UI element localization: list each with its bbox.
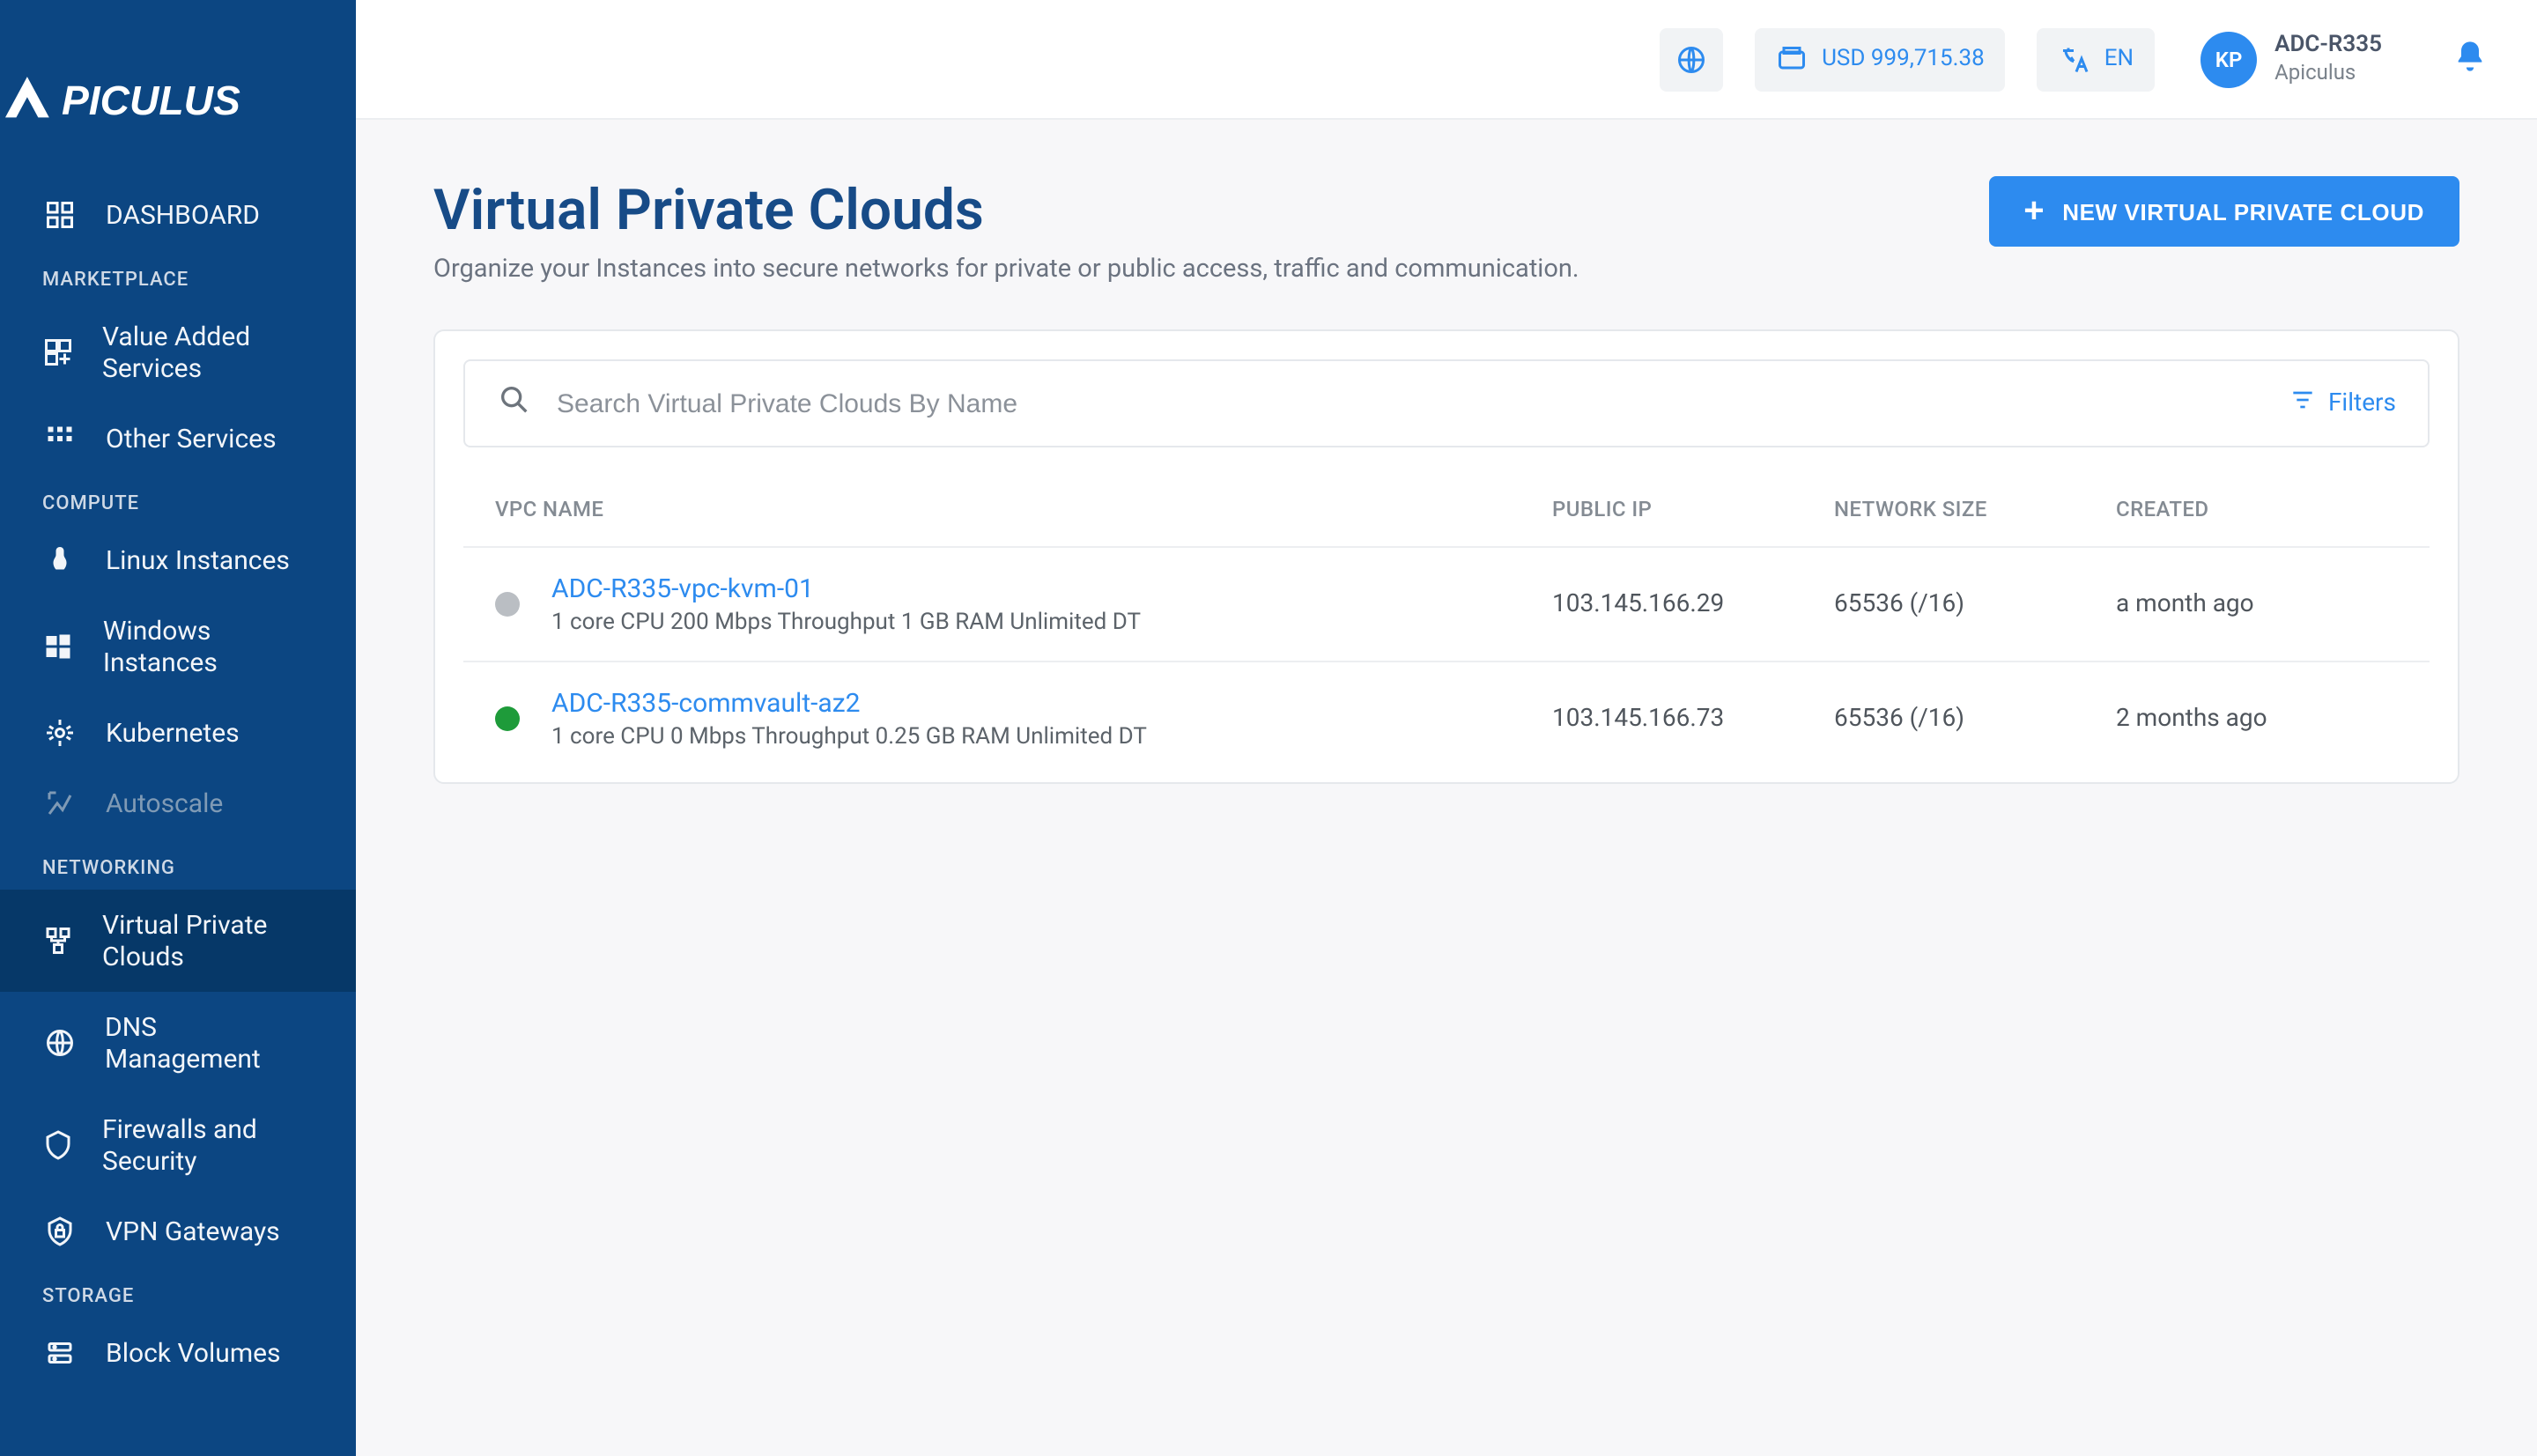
balance-text: USD 999,715.38 xyxy=(1822,46,1985,72)
linux-icon xyxy=(42,544,78,576)
vpc-created: 2 months ago xyxy=(2116,705,2398,733)
vpc-spec: 1 core CPU 200 Mbps Throughput 1 GB RAM … xyxy=(551,610,1141,636)
sidebar-item-autoscale: Autoscale xyxy=(0,768,356,839)
avatar: KP xyxy=(2200,31,2257,87)
status-dot xyxy=(495,706,520,731)
vpc-size: 65536 (/16) xyxy=(1834,705,2116,733)
results-panel: Filters VPC NAME PUBLIC IP NETWORK SIZE … xyxy=(433,329,2459,784)
vpc-size: 65536 (/16) xyxy=(1834,590,2116,618)
windows-icon xyxy=(42,631,75,662)
sidebar-section-label: COMPUTE xyxy=(0,474,356,525)
table-header: VPC NAME PUBLIC IP NETWORK SIZE CREATED xyxy=(463,472,2430,548)
sidebar-item-block-volumes[interactable]: Block Volumes xyxy=(0,1318,356,1388)
table-row[interactable]: ADC-R335-vpc-kvm-01 1 core CPU 200 Mbps … xyxy=(463,548,2430,662)
firewall-icon xyxy=(42,1129,74,1161)
sidebar-item-linux-instances[interactable]: Linux Instances xyxy=(0,525,356,595)
globe-icon xyxy=(1675,43,1707,75)
sidebar-item-dashboard[interactable]: DASHBOARD xyxy=(0,180,356,250)
sidebar-item-label: Virtual Private Clouds xyxy=(102,909,314,972)
grid-icon xyxy=(42,423,78,455)
sidebar-item-label: DNS Management xyxy=(105,1011,314,1075)
col-created: CREATED xyxy=(2116,497,2398,521)
page-subtitle: Organize your Instances into secure netw… xyxy=(433,254,1579,284)
block-volumes-icon xyxy=(42,1337,78,1369)
sidebar-section-label: NETWORKING xyxy=(0,839,356,890)
plus-box-icon xyxy=(42,336,74,368)
main: USD 999,715.38 EN KP ADC-R335 Apiculus V… xyxy=(356,0,2537,1456)
sidebar-item-dns-management[interactable]: DNS Management xyxy=(0,992,356,1094)
vpc-created: a month ago xyxy=(2116,590,2398,618)
vpc-ip: 103.145.166.73 xyxy=(1552,705,1834,733)
col-ip: PUBLIC IP xyxy=(1552,497,1834,521)
sidebar-item-kubernetes[interactable]: Kubernetes xyxy=(0,698,356,768)
sidebar-item-windows-instances[interactable]: Windows Instances xyxy=(0,595,356,698)
page-title: Virtual Private Clouds xyxy=(433,176,1579,243)
sidebar-item-label: Kubernetes xyxy=(106,717,240,749)
dns-icon xyxy=(42,1027,77,1059)
vpc-table: VPC NAME PUBLIC IP NETWORK SIZE CREATED … xyxy=(463,472,2430,775)
sidebar-item-label: VPN Gateways xyxy=(106,1216,280,1247)
vpn-icon xyxy=(42,1216,78,1247)
account-button[interactable]: KP ADC-R335 Apiculus xyxy=(2200,31,2382,87)
svg-text:PICULUS: PICULUS xyxy=(62,78,240,123)
sidebar-item-firewalls-and-security[interactable]: Firewalls and Security xyxy=(0,1094,356,1196)
status-dot xyxy=(495,592,520,617)
autoscale-icon xyxy=(42,787,78,819)
kubernetes-icon xyxy=(42,717,78,749)
plus-icon: + xyxy=(2023,194,2045,229)
sidebar-section-label: MARKETPLACE xyxy=(0,250,356,301)
sidebar-item-vpn-gateways[interactable]: VPN Gateways xyxy=(0,1196,356,1267)
dashboard-icon xyxy=(42,199,78,231)
sidebar-item-label: DASHBOARD xyxy=(106,199,260,231)
brand-logo: PICULUS xyxy=(0,32,356,180)
col-size: NETWORK SIZE xyxy=(1834,497,2116,521)
search-input[interactable] xyxy=(557,388,2265,418)
sidebar-item-label: Linux Instances xyxy=(106,544,290,576)
filters-button[interactable]: Filters xyxy=(2289,386,2396,421)
sidebar-item-value-added-services[interactable]: Value Added Services xyxy=(0,301,356,403)
searchbar: Filters xyxy=(463,359,2430,447)
new-vpc-button[interactable]: + NEW VIRTUAL PRIVATE CLOUD xyxy=(1988,176,2459,247)
wallet-icon xyxy=(1776,43,1808,75)
sidebar-item-label: Value Added Services xyxy=(102,321,314,384)
language-text: EN xyxy=(2104,46,2134,72)
col-name: VPC NAME xyxy=(495,497,1552,521)
translate-icon xyxy=(2059,43,2090,75)
notifications-button[interactable] xyxy=(2452,38,2488,80)
page-body: Virtual Private Clouds Organize your Ins… xyxy=(356,120,2537,840)
sidebar-item-other-services[interactable]: Other Services xyxy=(0,403,356,474)
vpc-ip: 103.145.166.29 xyxy=(1552,590,1834,618)
filters-label: Filters xyxy=(2328,389,2396,418)
vpc-spec: 1 core CPU 0 Mbps Throughput 0.25 GB RAM… xyxy=(551,724,1147,750)
sidebar-item-label: Windows Instances xyxy=(103,615,314,678)
balance-chip[interactable]: USD 999,715.38 xyxy=(1755,27,2006,91)
sidebar-item-label: Firewalls and Security xyxy=(102,1113,314,1177)
vpc-name-link[interactable]: ADC-R335-vpc-kvm-01 xyxy=(551,573,1141,604)
search-icon xyxy=(497,382,532,425)
sidebar-item-virtual-private-clouds[interactable]: Virtual Private Clouds xyxy=(0,890,356,992)
sidebar-item-label: Autoscale xyxy=(106,787,223,819)
sidebar-section-label: STORAGE xyxy=(0,1267,356,1318)
vpc-name-link[interactable]: ADC-R335-commvault-az2 xyxy=(551,687,1147,719)
sidebar-item-label: Block Volumes xyxy=(106,1337,281,1369)
new-vpc-label: NEW VIRTUAL PRIVATE CLOUD xyxy=(2062,198,2424,225)
sidebar-item-label: Other Services xyxy=(106,423,277,455)
account-org: Apiculus xyxy=(2274,60,2382,86)
sidebar: PICULUS DASHBOARD MARKETPLACE Value Added… xyxy=(0,0,356,1456)
vpc-icon xyxy=(42,925,74,957)
table-row[interactable]: ADC-R335-commvault-az2 1 core CPU 0 Mbps… xyxy=(463,662,2430,775)
region-button[interactable] xyxy=(1660,27,1723,91)
language-button[interactable]: EN xyxy=(2038,27,2155,91)
filter-icon xyxy=(2289,386,2318,421)
account-id: ADC-R335 xyxy=(2274,32,2382,61)
topbar: USD 999,715.38 EN KP ADC-R335 Apiculus xyxy=(356,0,2537,120)
